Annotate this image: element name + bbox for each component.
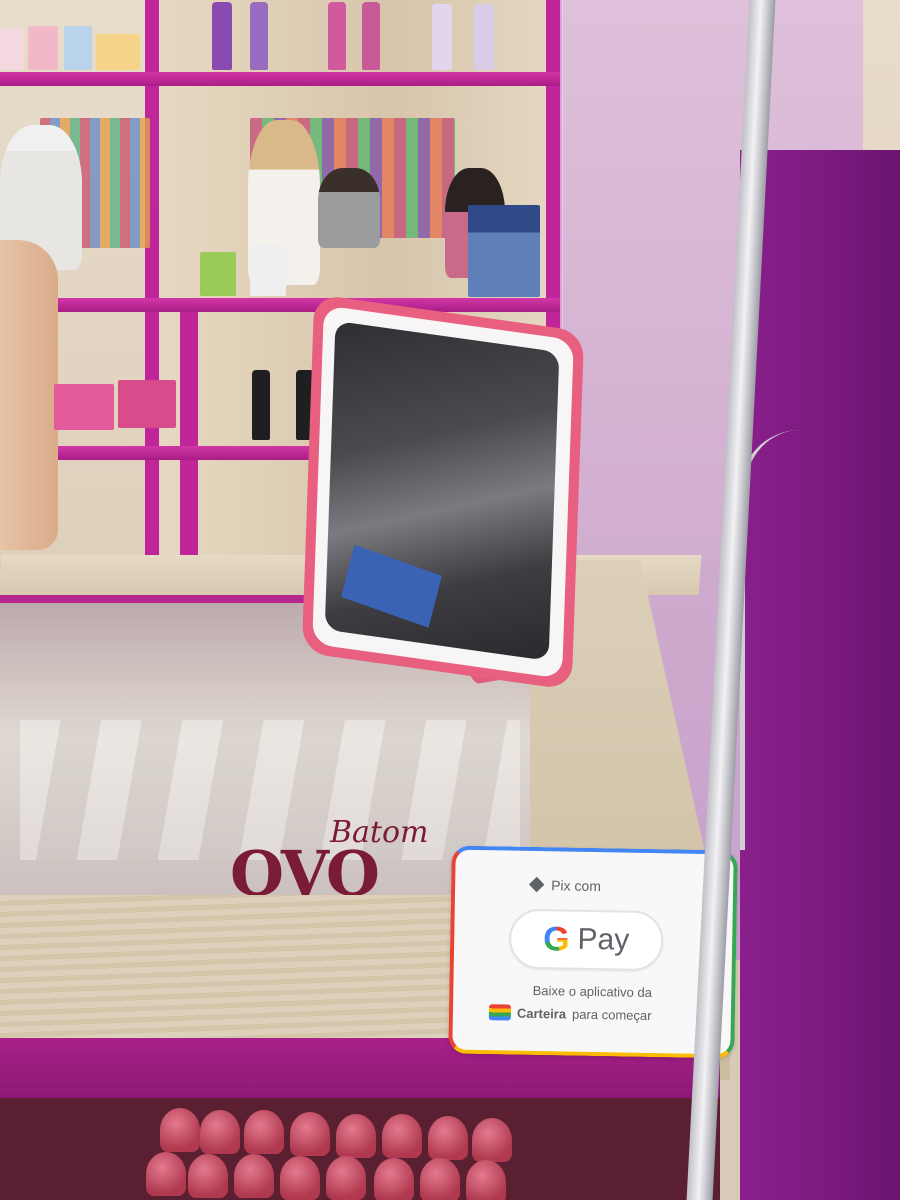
- pix-label: Pix com: [551, 877, 602, 895]
- shelf-post-mid: [180, 300, 198, 555]
- led-makeup-mirror: [301, 293, 585, 691]
- pix-icon: [529, 877, 545, 893]
- lipstick-item: [428, 1116, 468, 1160]
- product-bottle: [212, 2, 232, 70]
- lipstick-item: [382, 1114, 422, 1158]
- shopper-silhouette: [318, 168, 380, 248]
- product-box: [28, 26, 58, 70]
- pix-google-pay-sticker: Pix com G Pay Baixe o aplicativo da Cart…: [448, 845, 738, 1059]
- lipstick-item: [280, 1156, 320, 1200]
- lipstick-item: [160, 1108, 200, 1152]
- shopper-arm: [0, 240, 58, 550]
- store-scene: Batom OVO Pix com G Pay Baixe o aplicati…: [0, 0, 900, 1200]
- product-box: [64, 26, 92, 70]
- batom-logo: Batom OVO: [230, 815, 470, 910]
- pix-row: Pix com: [529, 877, 601, 894]
- product-box: [250, 244, 286, 296]
- lipstick-item: [188, 1154, 228, 1198]
- charging-cable: [740, 430, 815, 850]
- lipstick-item: [290, 1112, 330, 1156]
- download-instruction: Baixe o aplicativo da: [532, 982, 653, 1001]
- wallet-row: Carteira para começar: [488, 1004, 652, 1023]
- mirror-led-ring: [312, 305, 574, 679]
- lipstick-item: [326, 1156, 366, 1200]
- product-bottle: [474, 4, 494, 70]
- product-box: [54, 384, 114, 430]
- product-box: [200, 252, 236, 296]
- lipstick-item: [146, 1152, 186, 1196]
- product-bottle: [252, 370, 270, 440]
- product-display: [468, 205, 540, 297]
- product-bottle: [362, 2, 380, 70]
- product-box: [118, 380, 176, 428]
- product-box: [0, 28, 24, 70]
- wallet-name: Carteira: [516, 1005, 567, 1022]
- lipstick-item: [244, 1110, 284, 1154]
- mirror-glass: [324, 320, 560, 661]
- product-bottle: [328, 2, 346, 70]
- pay-label: Pay: [577, 922, 630, 957]
- wallet-icon: [488, 1004, 512, 1021]
- lipstick-item: [472, 1118, 512, 1162]
- product-bottle: [432, 4, 452, 70]
- shelf-board-middle: [10, 298, 560, 312]
- lipstick-item: [336, 1114, 376, 1158]
- mirror-reflection-object: [341, 544, 442, 628]
- lipstick-item: [420, 1158, 460, 1200]
- product-box: [96, 34, 140, 70]
- google-pay-badge: G Pay: [508, 908, 664, 972]
- wallet-tagline: para começar: [571, 1006, 652, 1023]
- shelf-board-top: [0, 72, 560, 86]
- lipstick-item: [200, 1110, 240, 1154]
- google-g-icon: G: [542, 920, 570, 959]
- product-bottle: [250, 2, 268, 70]
- lipstick-item: [374, 1158, 414, 1200]
- lipstick-item: [234, 1154, 274, 1198]
- lipstick-item: [466, 1160, 506, 1200]
